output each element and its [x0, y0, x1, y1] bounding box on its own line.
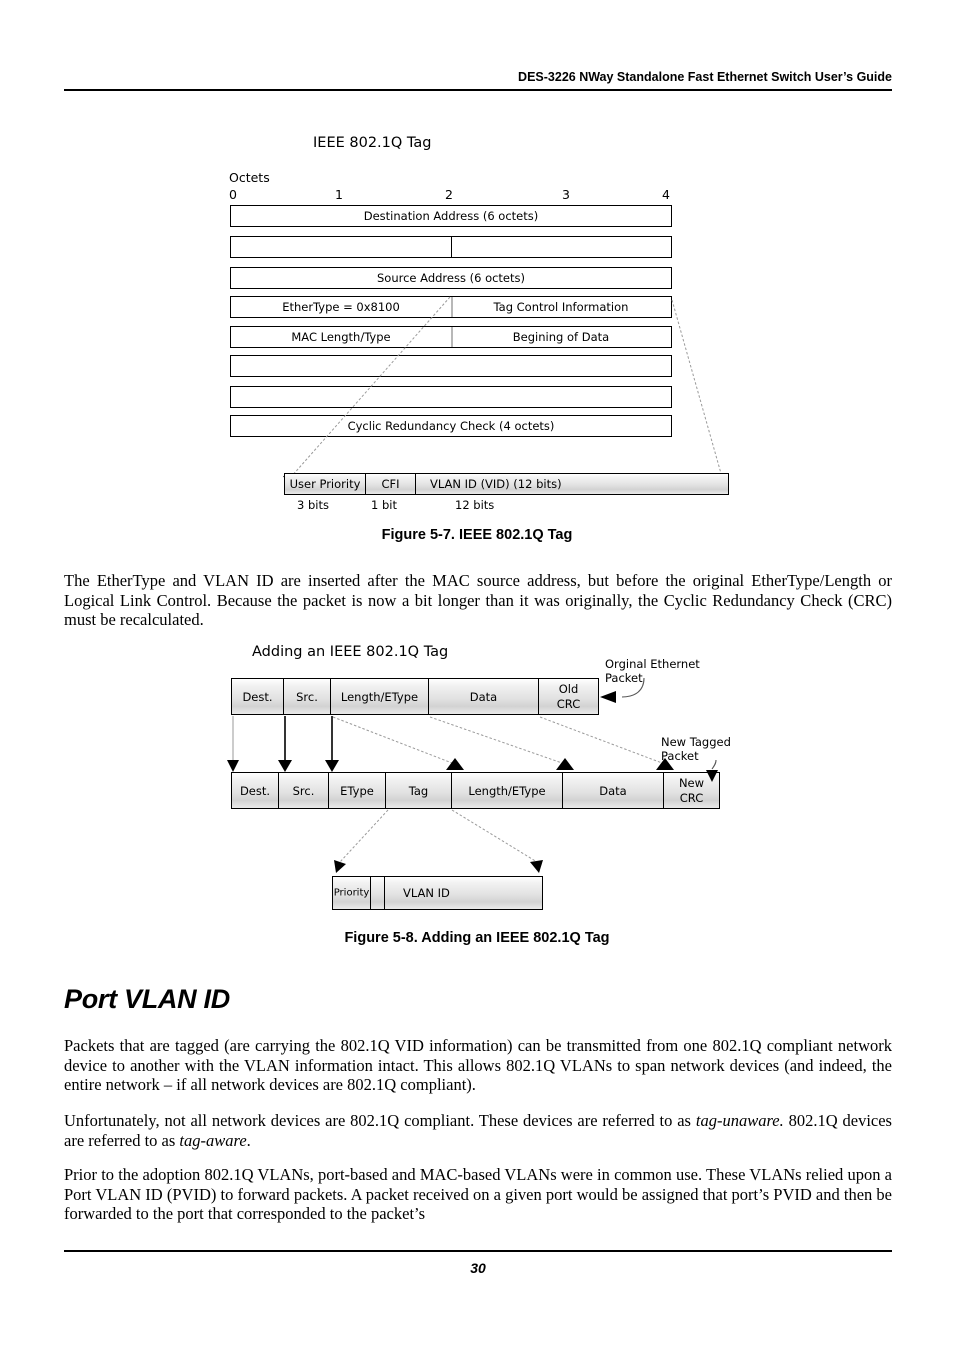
cell-label: Src. — [292, 783, 315, 798]
orig-cell-data: Data — [429, 678, 539, 715]
cell-label: Length/EType — [468, 783, 546, 798]
paragraph-pvid: Prior to the adoption 802.1Q VLANs, port… — [64, 1165, 892, 1224]
p3-part1: Unfortunately, not all network devices a… — [64, 1111, 696, 1130]
paragraph-tagged-packets: Packets that are tagged (are carrying th… — [64, 1036, 892, 1095]
cell-label: Dest. — [242, 689, 273, 704]
cell-label: Priority — [333, 887, 370, 899]
orig-cell-old-crc: Old CRC — [539, 678, 599, 715]
cell-label: Dest. — [239, 783, 271, 798]
document-page: DES-3226 NWay Standalone Fast Ethernet S… — [0, 0, 954, 1351]
figure-5-8-title: Adding an IEEE 802.1Q Tag — [252, 644, 449, 660]
original-packet-annotation: Orginal Ethernet Packet — [605, 657, 700, 685]
cell-label: Length/EType — [340, 689, 419, 704]
tagged-cell-length-etype: Length/EType — [452, 772, 563, 809]
cell-label: EType — [340, 783, 374, 798]
orig-cell-length-etype: Length/EType — [331, 678, 429, 715]
cell-label: Old CRC — [556, 681, 581, 711]
figure-5-8-caption: Figure 5-8. Adding an IEEE 802.1Q Tag — [344, 930, 610, 946]
footer-divider — [64, 1250, 892, 1252]
p3-em-tag-unaware: tag-unaware. — [695, 1111, 784, 1130]
tagged-cell-tag: Tag — [386, 772, 452, 809]
p3-em-tag-aware: tag-aware — [179, 1130, 247, 1150]
tagged-cell-etype: EType — [329, 772, 386, 809]
orig-cell-src: Src. — [284, 678, 331, 715]
cell-label: Src. — [296, 689, 318, 704]
tagdetail-cell-priority: Priority — [332, 876, 371, 910]
section-heading-port-vlan-id: Port VLAN ID — [64, 984, 230, 1014]
tagged-cell-dest: Dest. — [231, 772, 279, 809]
cell-label: Tag — [408, 783, 429, 798]
figure-5-8-connectors — [227, 677, 718, 873]
tagged-cell-data: Data — [563, 772, 664, 809]
figure-5-8: Adding an IEEE 802.1Q Tag Dest. Src. Len… — [0, 0, 954, 960]
p3-part3: . — [246, 1130, 251, 1150]
tagged-cell-src: Src. — [279, 772, 329, 809]
page-footer: 30 — [64, 1250, 892, 1276]
tagdetail-cell-cfi — [371, 876, 385, 910]
page-number: 30 — [470, 1260, 486, 1276]
paragraph-tag-unaware: Unfortunately, not all network devices a… — [64, 1111, 892, 1150]
cell-label: Data — [599, 783, 627, 798]
orig-cell-dest: Dest. — [231, 678, 284, 715]
new-packet-annotation: New Tagged Packet — [661, 735, 731, 763]
cell-label: VLAN ID — [403, 886, 450, 900]
tagged-cell-new-crc: New CRC — [664, 772, 720, 809]
cell-label: New CRC — [678, 775, 705, 805]
cell-label: Data — [469, 689, 498, 704]
tagdetail-cell-vlan-id: VLAN ID — [385, 876, 543, 910]
